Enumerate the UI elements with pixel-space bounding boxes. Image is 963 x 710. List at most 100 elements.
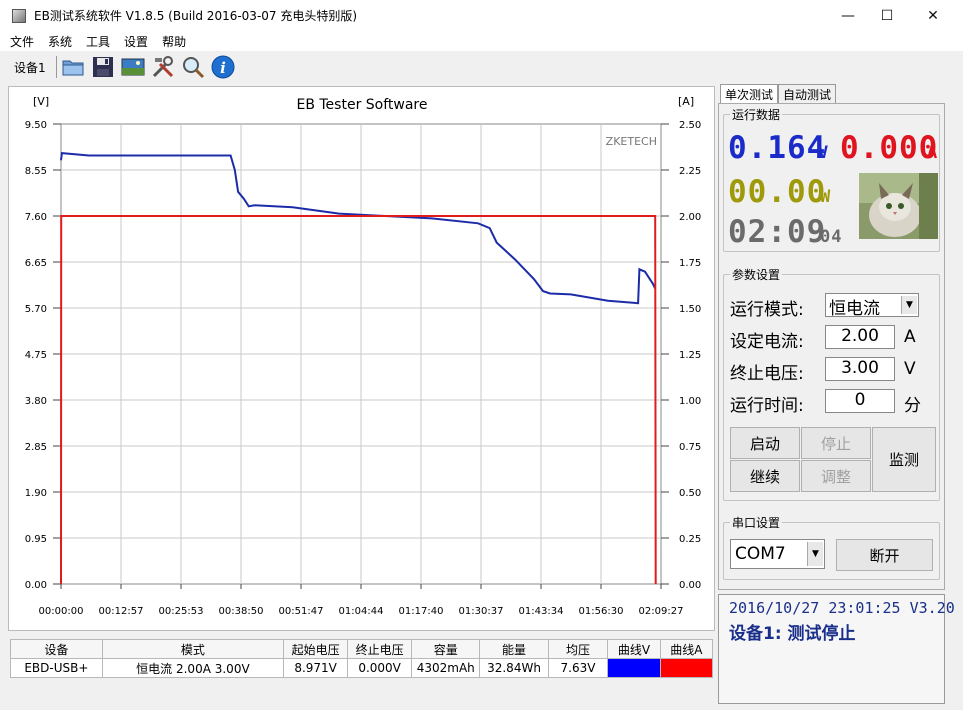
y-left-tick-label: 7.60	[25, 212, 47, 223]
cell-device: EBD-USB+	[10, 658, 103, 678]
app-icon	[12, 8, 26, 23]
y-left-tick-label: 6.65	[25, 258, 47, 269]
tools-icon[interactable]	[151, 55, 175, 79]
right-axis-ticks: 2.50 2.25 2.00 1.75 1.50 1.25 1.00 0.75 0.50 0.25…	[661, 120, 701, 591]
y-right-tick-label: 2.25	[679, 166, 701, 177]
x-tick-label: 00:38:50	[219, 606, 264, 617]
current-input[interactable]: 2.00	[825, 325, 895, 349]
power-readout: 00.00	[728, 174, 827, 210]
com-port-value: COM7	[735, 544, 786, 564]
image-icon[interactable]	[121, 55, 145, 79]
device-selector[interactable]: 设备1	[14, 59, 46, 76]
menu-system[interactable]: 系统	[48, 33, 72, 50]
y-left-tick-label: 8.55	[25, 166, 47, 177]
cutoff-label: 终止电压:	[730, 364, 804, 384]
y-right-tick-label: 0.75	[679, 442, 701, 453]
chart: [V] [A] EB Tester Software ZKETECH 9.50 8…	[25, 95, 702, 617]
y-right-tick-label: 1.00	[679, 396, 701, 407]
stop-button[interactable]: 停止	[801, 427, 871, 459]
header-curve-a: 曲线A	[659, 639, 714, 659]
status-message: 设备1: 测试停止	[729, 624, 856, 644]
current-readout: 0.000	[840, 130, 939, 166]
tab-single-test[interactable]: 单次测试	[720, 84, 779, 104]
x-tick-label: 00:12:57	[99, 606, 144, 617]
chart-series	[60, 152, 657, 585]
time-input[interactable]: 0	[825, 389, 895, 413]
maximize-button[interactable]: ☐	[864, 0, 910, 31]
y-right-tick-label: 0.50	[679, 488, 701, 499]
run-data-group: 运行数据 0.164 V 0.000 A 00.00 W 02:09 04	[723, 106, 940, 252]
chart-title: EB Tester Software	[296, 97, 427, 113]
left-axis-unit: [V]	[33, 95, 49, 108]
x-tick-label: 01:04:44	[339, 606, 384, 617]
cell-mode: 恒电流 2.00A 3.00V	[101, 658, 285, 678]
x-tick-label: 00:51:47	[279, 606, 324, 617]
folder-icon[interactable]	[61, 55, 85, 79]
current-unit: A	[927, 143, 939, 163]
header-avg-voltage: 均压	[547, 639, 609, 659]
title-bar: EB测试系统软件 V1.8.5 (Build 2016-03-07 充电头特别版…	[0, 0, 963, 31]
y-right-tick-label: 1.25	[679, 350, 701, 361]
chevron-down-icon[interactable]: ▼	[807, 542, 823, 566]
elapsed-seconds-readout: 04	[820, 227, 843, 247]
run-data-title: 运行数据	[730, 106, 783, 123]
status-panel: 2016/10/27 23:01:25 V3.20 设备1: 测试停止	[718, 594, 955, 704]
x-tick-label: 00:00:00	[39, 606, 84, 617]
tab-auto-test[interactable]: 自动测试	[778, 84, 837, 104]
time-input-unit: 分	[904, 396, 921, 416]
search-icon[interactable]	[181, 55, 205, 79]
y-left-tick-label: 3.80	[25, 396, 47, 407]
left-axis-ticks: 9.50 8.55 7.60 6.65 5.70 4.75 3.80 2.85 1.90 0.95…	[25, 120, 61, 591]
control-panel: 运行数据 0.164 V 0.000 A 00.00 W 02:09 04 参数	[718, 103, 945, 590]
table-row[interactable]: EBD-USB+ 恒电流 2.00A 3.00V 8.971V 0.000V 4…	[10, 658, 714, 678]
window-title: EB测试系统软件 V1.8.5 (Build 2016-03-07 充电头特别版…	[34, 9, 358, 23]
tab-bar: 单次测试 自动测试	[720, 84, 837, 104]
x-tick-label: 01:56:30	[579, 606, 624, 617]
cell-capacity: 4302mAh	[411, 658, 481, 678]
right-axis-unit: [A]	[678, 95, 694, 108]
cutoff-input[interactable]: 3.00	[825, 357, 895, 381]
voltage-unit: V	[818, 143, 830, 163]
y-left-tick-label: 1.90	[25, 488, 47, 499]
y-left-tick-label: 0.00	[25, 580, 47, 591]
chevron-down-icon[interactable]: ▼	[901, 296, 917, 314]
params-title: 参数设置	[730, 266, 783, 283]
header-end-voltage: 终止电压	[347, 639, 413, 659]
header-energy: 能量	[479, 639, 549, 659]
voltage-readout: 0.164	[728, 130, 827, 166]
disconnect-button[interactable]: 断开	[836, 539, 933, 571]
info-icon[interactable]: i	[211, 55, 235, 79]
curve-v-swatch[interactable]	[607, 658, 661, 678]
y-right-tick-label: 1.75	[679, 258, 701, 269]
menu-file[interactable]: 文件	[10, 33, 34, 50]
start-button[interactable]: 启动	[730, 427, 800, 459]
y-left-tick-label: 9.50	[25, 120, 47, 131]
params-group: 参数设置 运行模式: 恒电流 ▼ 设定电流: 2.00 A 终止电压: 3.00…	[723, 266, 940, 501]
y-left-tick-label: 0.95	[25, 534, 47, 545]
menu-settings[interactable]: 设置	[124, 33, 148, 50]
x-tick-label: 00:25:53	[159, 606, 204, 617]
menu-help[interactable]: 帮助	[162, 33, 186, 50]
cell-end-voltage: 0.000V	[347, 658, 413, 678]
save-icon[interactable]	[91, 55, 115, 79]
y-right-tick-label: 0.00	[679, 580, 701, 591]
svg-text:i: i	[220, 59, 226, 77]
continue-button[interactable]: 继续	[730, 460, 800, 492]
toolbar: 设备1 i	[0, 51, 963, 83]
summary-header-row: 设备 模式 起始电压 终止电压 容量 能量 均压 曲线V 曲线A	[10, 639, 714, 659]
monitor-button[interactable]: 监测	[872, 427, 936, 492]
com-port-select[interactable]: COM7 ▼	[730, 539, 825, 569]
x-tick-label: 01:30:37	[459, 606, 504, 617]
cell-energy: 32.84Wh	[479, 658, 549, 678]
mode-select-value: 恒电流	[829, 299, 880, 319]
current-input-unit: A	[904, 327, 916, 347]
adjust-button[interactable]: 调整	[801, 460, 871, 492]
cat-photo	[859, 173, 938, 239]
y-left-tick-label: 2.85	[25, 442, 47, 453]
curve-a-swatch[interactable]	[659, 658, 714, 678]
close-button[interactable]: ✕	[910, 0, 956, 31]
mode-select[interactable]: 恒电流 ▼	[825, 293, 919, 319]
serial-title: 串口设置	[730, 514, 783, 531]
menu-tools[interactable]: 工具	[86, 33, 110, 50]
header-curve-v: 曲线V	[607, 639, 661, 659]
